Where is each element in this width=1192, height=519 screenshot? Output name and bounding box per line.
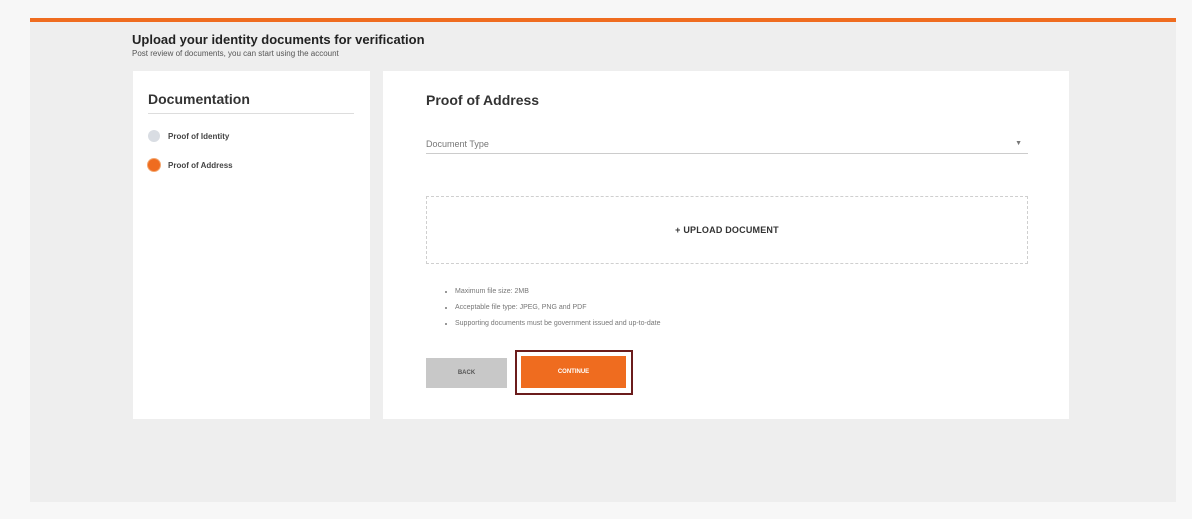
dropdown-caret-icon: ▼ [1015, 140, 1022, 147]
documentation-sidebar: Documentation Proof of Identity Proof of… [133, 71, 370, 419]
step-inactive-dot-icon [148, 130, 160, 142]
document-type-placeholder: Document Type [426, 138, 489, 149]
page-title: Upload your identity documents for verif… [132, 32, 425, 47]
page-header: Upload your identity documents for verif… [132, 32, 425, 58]
accent-top-bar [30, 18, 1176, 22]
step-label: Proof of Identity [168, 131, 230, 141]
requirement-item: Maximum file size: 2MB [455, 284, 660, 300]
upload-document-label: + UPLOAD DOCUMENT [675, 225, 779, 235]
step-proof-of-identity[interactable]: Proof of Identity [148, 130, 229, 142]
step-label: Proof of Address [168, 160, 233, 170]
section-heading: Proof of Address [426, 92, 540, 108]
continue-button[interactable]: CONTINUE [521, 356, 626, 388]
step-active-dot-icon [148, 159, 160, 171]
back-button[interactable]: BACK [426, 358, 507, 388]
sidebar-heading: Documentation [148, 91, 354, 114]
upload-document-dropzone[interactable]: + UPLOAD DOCUMENT [426, 196, 1028, 264]
requirement-item: Supporting documents must be government … [455, 316, 660, 332]
step-proof-of-address[interactable]: Proof of Address [148, 159, 233, 171]
requirement-item: Acceptable file type: JPEG, PNG and PDF [455, 300, 660, 316]
document-type-select[interactable]: Document Type ▼ [426, 134, 1028, 154]
upload-requirements-list: Maximum file size: 2MB Acceptable file t… [443, 284, 660, 332]
proof-of-address-panel: Proof of Address Document Type ▼ + UPLOA… [383, 71, 1069, 419]
page-subtitle: Post review of documents, you can start … [132, 49, 339, 58]
